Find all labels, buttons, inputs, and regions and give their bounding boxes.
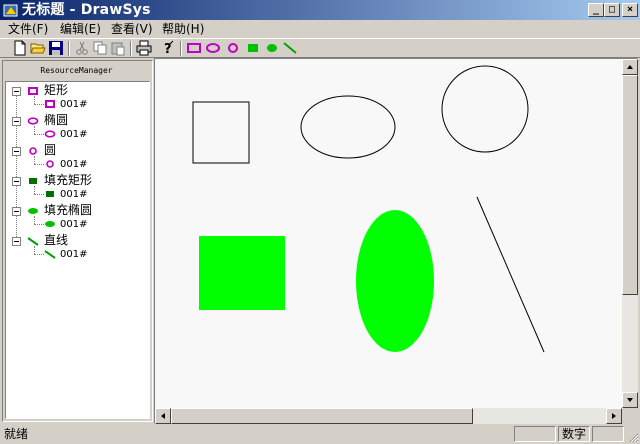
tree-group-circle[interactable]: 圆 [44,143,56,158]
filled-ellipse-icon [27,205,39,217]
status-pane-1 [514,426,556,442]
filled-ellipse-tool-icon[interactable] [264,40,280,56]
cut-icon[interactable] [74,40,90,56]
rectangle-icon [27,85,39,97]
window-title: 无标题 - DrawSys [22,2,151,18]
tree-connector [34,104,44,105]
app-icon [3,4,18,17]
tree-connector [34,126,35,134]
new-file-icon[interactable] [12,40,28,56]
horizontal-scrollbar[interactable] [155,408,622,424]
resource-tree[interactable]: 矩形 001# 椭圆 001# 圆 001# 填充矩形 001# 填充椭圆 00… [5,81,150,419]
status-text: 就绪 [4,427,29,441]
resource-manager-title: ResourceManager [40,66,113,75]
filled-rectangle-tool-icon[interactable] [245,40,261,56]
scroll-left-button[interactable] [155,408,171,424]
rectangle-icon [44,98,56,110]
horizontal-scroll-thumb[interactable] [171,408,473,424]
tree-connector [34,134,44,135]
circle-tool-icon[interactable] [225,40,241,56]
tree-item-circle-001[interactable]: 001# [60,157,87,172]
help-icon[interactable]: ? [160,40,176,56]
circle-icon [44,158,56,170]
expander-icon[interactable] [12,207,21,216]
save-disk-icon[interactable] [48,40,64,56]
maximize-button[interactable]: □ [604,3,620,17]
menu-help[interactable]: 帮助(H) [162,21,204,37]
toolbar-separator [68,41,70,56]
tree-group-filled-rectangle[interactable]: 填充矩形 [44,173,92,188]
scrollbar-corner [622,408,638,424]
tree-connector [34,254,44,255]
copy-icon[interactable] [92,40,108,56]
menu-bar: 文件(F) 编辑(E) 查看(V) 帮助(H) [0,20,640,38]
menu-edit[interactable]: 编辑(E) [60,21,101,37]
drawn-filled-ellipse[interactable] [356,210,434,352]
tree-item-filled-rectangle-001[interactable]: 001# [60,187,87,202]
circle-icon [27,145,39,157]
rectangle-tool-icon[interactable] [186,40,202,56]
expander-icon[interactable] [12,177,21,186]
paste-icon[interactable] [110,40,126,56]
line-icon [27,235,39,247]
status-pane-num: 数字 [558,426,590,442]
arrow-left-icon [161,413,165,419]
tree-item-filled-ellipse-001[interactable]: 001# [60,217,87,232]
tree-connector [34,246,35,254]
filled-ellipse-icon [44,218,56,230]
filled-rectangle-icon [44,188,56,200]
resize-grip-icon[interactable] [627,431,639,443]
arrow-right-icon [612,413,616,419]
tree-group-ellipse[interactable]: 椭圆 [44,113,68,128]
toolbar-separator [180,41,182,56]
tree-connector [34,194,44,195]
expander-icon[interactable] [12,147,21,156]
tree-item-line-001[interactable]: 001# [60,247,87,262]
close-button[interactable]: × [622,3,638,17]
open-folder-icon[interactable] [30,40,46,56]
tree-connector [34,186,35,194]
status-pane-3 [592,426,624,442]
scroll-right-button[interactable] [606,408,622,424]
print-icon[interactable] [136,40,152,56]
app-window: 无标题 - DrawSys _ □ × 文件(F) 编辑(E) 查看(V) 帮助… [0,0,640,444]
toolbar: ? [0,38,640,58]
vertical-scrollbar[interactable] [622,59,638,408]
tree-item-rectangle-001[interactable]: 001# [60,97,87,112]
toolbar-separator [130,41,132,56]
title-bar[interactable]: 无标题 - DrawSys _ □ × [0,0,640,20]
arrow-down-icon [627,398,633,402]
resource-manager-pane: ResourceManager 矩形 001# 椭圆 001# 圆 001# 填… [2,60,153,422]
status-bar: 就绪 数字 [0,424,640,444]
expander-icon[interactable] [12,87,21,96]
menu-file[interactable]: 文件(F) [8,21,48,37]
drawing-view [154,58,638,424]
tree-connector [34,164,44,165]
tree-connector [34,224,44,225]
tree-item-ellipse-001[interactable]: 001# [60,127,87,142]
tree-group-filled-ellipse[interactable]: 填充椭圆 [44,203,92,218]
vertical-scroll-thumb[interactable] [622,75,638,295]
ellipse-tool-icon[interactable] [205,40,221,56]
line-tool-icon[interactable] [282,40,298,56]
drawn-filled-rectangle[interactable] [199,236,285,310]
tree-connector [34,216,35,224]
tree-connector [34,96,35,104]
drawing-canvas[interactable] [155,59,622,408]
line-icon [44,248,56,260]
expander-icon[interactable] [12,237,21,246]
tree-group-line[interactable]: 直线 [44,233,68,248]
scroll-down-button[interactable] [622,392,638,408]
menu-view[interactable]: 查看(V) [111,21,153,37]
expander-icon[interactable] [12,117,21,126]
tree-connector [34,156,35,164]
minimize-button[interactable]: _ [588,3,604,17]
arrow-up-icon [627,65,633,69]
filled-rectangle-icon [27,175,39,187]
ellipse-icon [27,115,39,127]
scroll-up-button[interactable] [622,59,638,75]
ellipse-icon [44,128,56,140]
tree-group-rectangle[interactable]: 矩形 [44,83,68,98]
